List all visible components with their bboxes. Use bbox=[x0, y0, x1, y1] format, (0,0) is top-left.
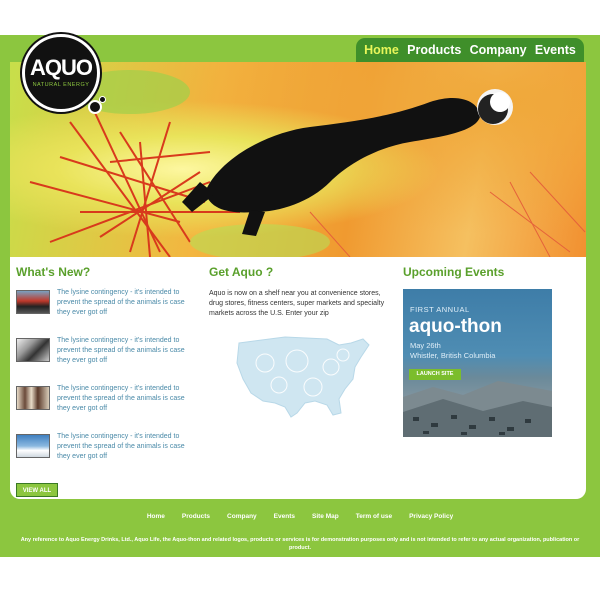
event-location: Whistler, British Columbia bbox=[410, 351, 496, 360]
get-aquo-title: Get Aquo ? bbox=[209, 265, 274, 279]
news-item[interactable]: The lysine contingency - it's intended t… bbox=[16, 288, 186, 328]
logo-brand: AQUO bbox=[30, 55, 93, 80]
whats-new-title: What's New? bbox=[16, 265, 91, 279]
aquo-logo[interactable]: AQUO NATURAL ENERGY bbox=[22, 34, 100, 112]
footer-disclaimer: Any reference to Aquo Energy Drinks, Ltd… bbox=[20, 537, 580, 551]
mountain-scenery bbox=[403, 381, 552, 437]
footer-link-terms[interactable]: Term of use bbox=[356, 513, 392, 520]
nav-company[interactable]: Company bbox=[470, 43, 527, 57]
footer-link-company[interactable]: Company bbox=[227, 513, 257, 520]
footer-link-site-map[interactable]: Site Map bbox=[312, 513, 339, 520]
news-item[interactable]: The lysine contingency - it's intended t… bbox=[16, 384, 186, 424]
hero-artwork bbox=[29, 70, 586, 257]
content-panel: What's New? The lysine contingency - it'… bbox=[10, 257, 586, 499]
news-item[interactable]: The lysine contingency - it's intended t… bbox=[16, 432, 186, 472]
nav-products[interactable]: Products bbox=[407, 43, 461, 57]
footer-navigation: Home Products Company Events Site Map Te… bbox=[0, 513, 600, 520]
mountain-photo-thumbnail[interactable] bbox=[16, 434, 50, 458]
footer-link-home[interactable]: Home bbox=[147, 513, 165, 520]
logo-tagline: NATURAL ENERGY bbox=[32, 82, 90, 88]
footer-link-events[interactable]: Events bbox=[274, 513, 295, 520]
news-item[interactable]: The lysine contingency - it's intended t… bbox=[16, 336, 186, 376]
get-aquo-description: Aquo is now on a shelf near you at conve… bbox=[209, 290, 385, 317]
crowd-photo-thumbnail[interactable] bbox=[16, 338, 50, 362]
event-kicker: FIRST ANNUAL bbox=[410, 305, 470, 314]
news-item-text[interactable]: The lysine contingency - it's intended t… bbox=[57, 384, 187, 414]
runners-photo-thumbnail[interactable] bbox=[16, 386, 50, 410]
launch-site-button[interactable]: LAUNCH SITE bbox=[409, 369, 461, 380]
us-map[interactable] bbox=[235, 333, 375, 419]
news-item-text[interactable]: The lysine contingency - it's intended t… bbox=[57, 432, 187, 462]
footer-link-privacy[interactable]: Privacy Policy bbox=[409, 513, 453, 520]
news-item-text[interactable]: The lysine contingency - it's intended t… bbox=[57, 336, 187, 366]
footer-link-products[interactable]: Products bbox=[182, 513, 210, 520]
nav-events[interactable]: Events bbox=[535, 43, 576, 57]
rider-photo-thumbnail[interactable] bbox=[16, 290, 50, 314]
event-date: May 26th bbox=[410, 341, 441, 350]
main-navigation: Home Products Company Events bbox=[356, 38, 584, 62]
aquothon-event-banner[interactable]: FIRST ANNUAL aquo-thon May 26th Whistler… bbox=[403, 289, 552, 437]
hero-banner bbox=[10, 62, 586, 257]
upcoming-events-title: Upcoming Events bbox=[403, 265, 505, 279]
nav-home[interactable]: Home bbox=[364, 43, 399, 57]
event-name: aquo-thon bbox=[409, 316, 502, 337]
news-item-text[interactable]: The lysine contingency - it's intended t… bbox=[57, 288, 187, 318]
logo-decoration bbox=[99, 96, 106, 103]
view-all-button[interactable]: VIEW ALL bbox=[16, 483, 58, 497]
